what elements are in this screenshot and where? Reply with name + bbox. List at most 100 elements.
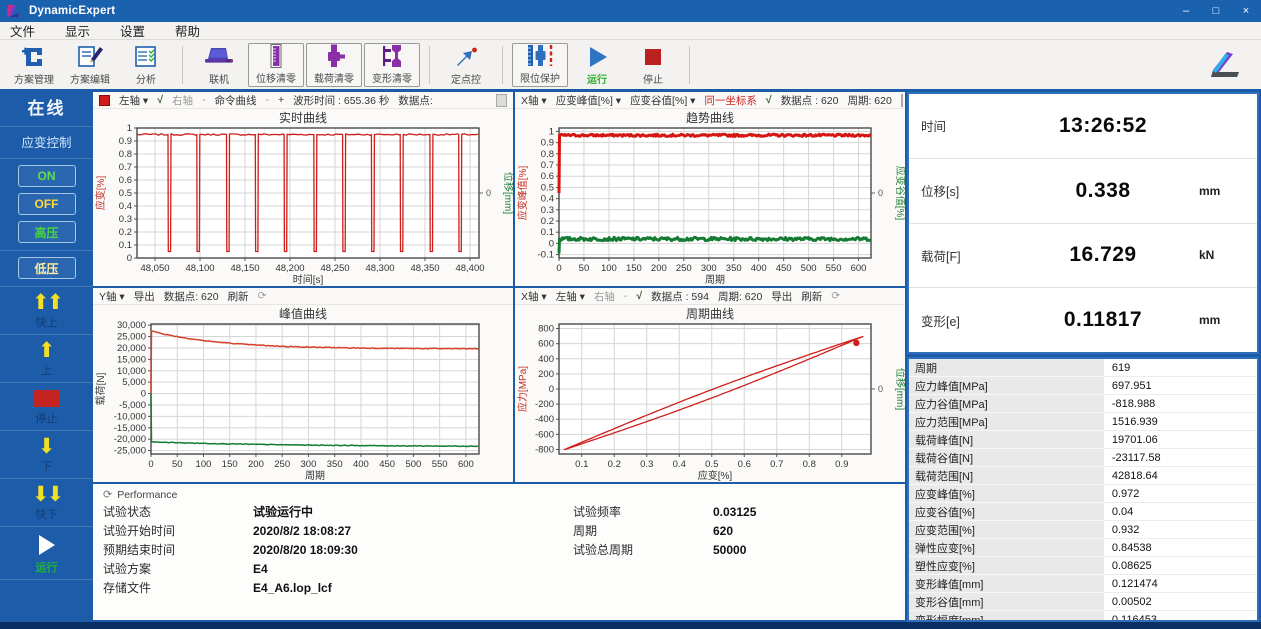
x-axis-dropdown[interactable]: X轴 ▾ <box>521 93 547 108</box>
displacement-zero-button[interactable]: 位移清零 <box>248 43 304 87</box>
minimize-button[interactable]: – <box>1171 0 1201 22</box>
valley-series-dropdown[interactable]: 应变谷值[%] ▾ <box>630 93 695 108</box>
table-row: 应变峰值[%] 0.972 <box>909 485 1257 503</box>
double-up-arrow-icon: ⬆⬆ <box>32 292 61 313</box>
svg-text:400: 400 <box>538 354 554 365</box>
menu-file[interactable]: 文件 <box>10 21 35 40</box>
deform-zero-button[interactable]: 变形清零 <box>364 43 420 87</box>
deformation-readout: 变形[e] 0.11817 mm <box>909 288 1257 352</box>
svg-text:350: 350 <box>327 459 343 470</box>
svg-text:-20,000: -20,000 <box>114 434 146 445</box>
svg-text:0.6: 0.6 <box>738 459 751 470</box>
axis-checkbox[interactable]: √ <box>636 290 642 302</box>
svg-text:0: 0 <box>549 238 554 249</box>
cycle-chart-toolbar: X轴 ▾ 左轴 ▾ 右轴 - √ 数据点 : 594 周期: 620 导出 刷新… <box>515 288 905 305</box>
table-row: 塑性应变[%] 0.08625 <box>909 557 1257 575</box>
svg-text:200: 200 <box>538 369 554 380</box>
stop-square-icon <box>34 390 60 407</box>
performance-row: 预期结束时间 2020/8/20 18:09:30 <box>103 540 573 559</box>
down-arrow-icon: ⬇ <box>38 436 56 457</box>
up-button[interactable]: ⬆ 上 <box>0 335 93 383</box>
point-control-button[interactable]: 定点控 <box>438 43 494 87</box>
svg-text:48,200: 48,200 <box>275 263 304 274</box>
svg-text:0.9: 0.9 <box>119 136 132 147</box>
menu-help[interactable]: 帮助 <box>175 21 200 40</box>
performance-row: 试验总周期 50000 <box>573 540 756 559</box>
peak-series-dropdown[interactable]: 应变峰值[%] ▾ <box>556 93 621 108</box>
svg-text:350: 350 <box>726 263 742 274</box>
data-points-readout: 数据点 : 594 <box>651 289 709 304</box>
load-zero-button[interactable]: 载荷清零 <box>306 43 362 87</box>
fast-down-button[interactable]: ⬇⬇ 快下 <box>0 479 93 527</box>
close-button[interactable]: × <box>1231 0 1261 22</box>
refresh-icon[interactable]: ⟳ <box>103 488 112 501</box>
maximize-button[interactable]: □ <box>1201 0 1231 22</box>
command-curve-option[interactable]: 命令曲线 <box>214 93 256 108</box>
high-pressure-button[interactable]: 高压 <box>18 221 76 243</box>
svg-text:0: 0 <box>148 459 153 470</box>
menu-display[interactable]: 显示 <box>65 21 90 40</box>
export-button[interactable]: 导出 <box>134 289 155 304</box>
left-axis-checkbox[interactable]: √ <box>157 94 163 106</box>
control-sidebar: 在线 应变控制 ON OFF 高压 低压 ⬆⬆ 快上 ⬆ 上 停止 ⬇ 下 ⬇⬇… <box>0 89 93 622</box>
on-button[interactable]: ON <box>18 165 76 187</box>
svg-text:15,000: 15,000 <box>117 354 146 365</box>
run-button[interactable]: 运行 <box>569 43 625 87</box>
svg-text:0.9: 0.9 <box>541 138 554 149</box>
export-button[interactable]: 导出 <box>771 289 792 304</box>
left-axis-dropdown[interactable]: 左轴 ▾ <box>119 93 148 108</box>
svg-text:载荷[N]: 载荷[N] <box>95 372 107 405</box>
same-coordinate-checkbox[interactable]: √ <box>766 94 772 106</box>
svg-text:150: 150 <box>626 263 642 274</box>
trend-chart-panel: X轴 ▾ 应变峰值[%] ▾ 应变谷值[%] ▾ 同一坐标系 √ 数据点 : 6… <box>515 92 905 286</box>
svg-text:250: 250 <box>676 263 692 274</box>
header-scroll-widget[interactable] <box>496 94 507 107</box>
scheme-edit-button[interactable]: 方案编辑 <box>62 43 118 87</box>
menu-settings[interactable]: 设置 <box>120 21 145 40</box>
svg-text:0: 0 <box>486 188 491 198</box>
svg-text:-5,000: -5,000 <box>119 400 146 411</box>
refresh-icon[interactable]: ⟳ <box>831 290 840 302</box>
refresh-button[interactable]: 刷新 <box>801 289 822 304</box>
performance-panel: ⟳ Performance 试验状态 试验运行中 试验开始时间 2020/8/2… <box>93 484 905 620</box>
y-axis-dropdown[interactable]: Y轴 ▾ <box>99 289 125 304</box>
connect-button[interactable]: 联机 <box>191 43 247 87</box>
right-axis-dropdown[interactable]: 右轴 <box>172 93 193 108</box>
svg-text:48,400: 48,400 <box>455 263 484 274</box>
svg-text:48,050: 48,050 <box>140 263 169 274</box>
x-axis-dropdown[interactable]: X轴 ▾ <box>521 289 547 304</box>
fast-up-button[interactable]: ⬆⬆ 快上 <box>0 287 93 335</box>
down-button[interactable]: ⬇ 下 <box>0 431 93 479</box>
table-row: 变形谷值[mm] 0.00502 <box>909 593 1257 611</box>
same-coordinate-option[interactable]: 同一坐标系 <box>704 93 757 108</box>
scheme-edit-icon <box>75 44 105 70</box>
refresh-icon[interactable]: ⟳ <box>258 290 267 302</box>
svg-text:0: 0 <box>141 389 146 400</box>
svg-text:10,000: 10,000 <box>117 366 146 377</box>
data-points-readout: 数据点 : 620 <box>781 93 839 108</box>
sidebar-run-button[interactable]: 运行 <box>0 527 93 580</box>
realtime-chart-panel: 左轴 ▾ √ 右轴 - 命令曲线 - + 波形时间 : 655.36 秒 数据点… <box>93 92 513 286</box>
jog-stop-button[interactable]: 停止 <box>0 383 93 431</box>
table-row: 应力峰值[MPa] 697.951 <box>909 377 1257 395</box>
svg-text:300: 300 <box>701 263 717 274</box>
svg-text:0.9: 0.9 <box>835 459 848 470</box>
svg-text:应变峰值[%]: 应变峰值[%] <box>516 166 529 221</box>
toolbar-separator <box>502 46 503 84</box>
svg-text:-800: -800 <box>535 444 554 455</box>
header-scroll-widget[interactable] <box>901 94 903 107</box>
low-pressure-button[interactable]: 低压 <box>18 257 76 279</box>
right-axis-dropdown[interactable]: 右轴 <box>594 289 615 304</box>
limit-protect-button[interactable]: 限位保护 <box>512 43 568 87</box>
refresh-button[interactable]: 刷新 <box>228 289 249 304</box>
off-button[interactable]: OFF <box>18 193 76 215</box>
double-down-arrow-icon: ⬇⬇ <box>32 484 61 505</box>
svg-text:0: 0 <box>556 263 561 274</box>
svg-text:0: 0 <box>127 253 132 264</box>
peak-chart-panel: Y轴 ▾ 导出 数据点: 620 刷新 ⟳ 峰值曲线 0501001502002… <box>93 288 513 482</box>
svg-text:-400: -400 <box>535 414 554 425</box>
analysis-button[interactable]: 分析 <box>118 43 174 87</box>
stop-button[interactable]: 停止 <box>625 43 681 87</box>
left-axis-dropdown[interactable]: 左轴 ▾ <box>556 289 585 304</box>
scheme-manage-button[interactable]: 方案管理 <box>6 43 62 87</box>
